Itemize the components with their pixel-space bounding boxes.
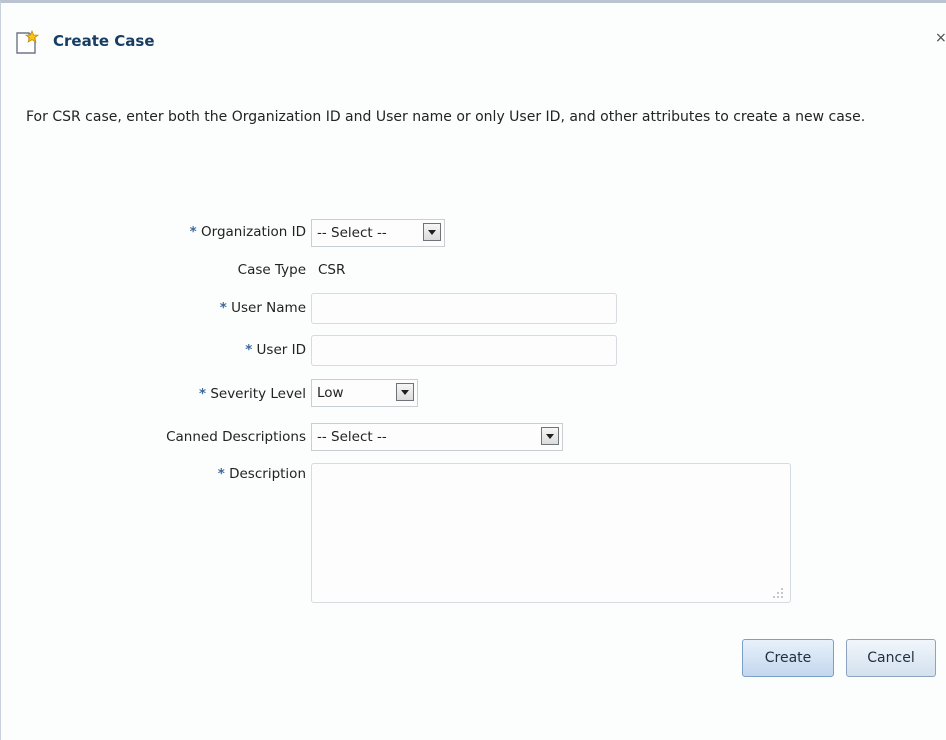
chevron-down-icon[interactable] xyxy=(396,383,414,401)
organization-id-selected-value: -- Select -- xyxy=(317,225,387,241)
cancel-button[interactable]: Cancel xyxy=(846,639,936,677)
organization-id-label: * Organization ID xyxy=(189,224,306,240)
required-marker: * xyxy=(198,386,207,402)
canned-descriptions-label: Canned Descriptions xyxy=(166,429,306,445)
user-name-label: * User Name xyxy=(219,300,306,316)
user-id-input[interactable] xyxy=(311,335,617,366)
create-case-dialog: Create Case × For CSR case, enter both t… xyxy=(0,0,946,740)
canned-descriptions-selected-value: -- Select -- xyxy=(317,429,387,445)
close-button[interactable]: × xyxy=(935,30,946,46)
description-textarea[interactable] xyxy=(311,463,791,603)
required-marker: * xyxy=(189,224,197,240)
resize-grip-icon[interactable] xyxy=(772,584,784,598)
case-type-label: Case Type xyxy=(237,262,306,278)
severity-level-select[interactable]: Low xyxy=(311,379,418,407)
case-type-value: CSR xyxy=(318,262,346,278)
required-marker: * xyxy=(217,466,225,482)
required-marker: * xyxy=(245,342,253,358)
description-label: * Description xyxy=(217,466,306,482)
dialog-title: Create Case xyxy=(53,32,155,50)
create-button[interactable]: Create xyxy=(742,639,834,677)
instructions-text: For CSR case, enter both the Organizatio… xyxy=(26,109,866,125)
dialog-title-bar: Create Case × xyxy=(1,3,946,54)
new-document-icon xyxy=(14,29,40,56)
user-id-label: * User ID xyxy=(245,342,306,358)
canned-descriptions-select[interactable]: -- Select -- xyxy=(311,423,563,451)
chevron-down-icon[interactable] xyxy=(423,223,441,241)
user-name-input[interactable] xyxy=(311,293,617,324)
organization-id-select[interactable]: -- Select -- xyxy=(311,219,445,247)
severity-level-label: * Severity Level xyxy=(198,386,306,402)
chevron-down-icon[interactable] xyxy=(541,427,559,445)
required-marker: * xyxy=(219,300,227,316)
severity-level-selected-value: Low xyxy=(317,385,344,401)
